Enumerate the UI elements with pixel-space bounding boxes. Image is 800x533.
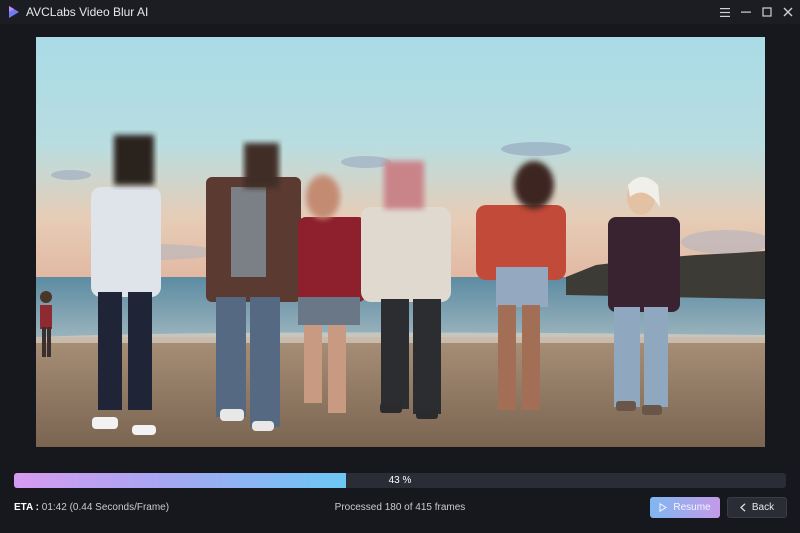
close-icon: [783, 7, 793, 17]
back-button[interactable]: Back: [727, 497, 787, 518]
title-bar: AVCLabs Video Blur AI: [0, 0, 800, 24]
back-label: Back: [751, 502, 775, 513]
minimize-icon: [741, 11, 751, 13]
play-outline-icon: [659, 503, 668, 512]
minimize-button[interactable]: [737, 3, 755, 21]
maximize-icon: [762, 7, 772, 17]
resume-button[interactable]: Resume: [650, 497, 720, 518]
resume-label: Resume: [673, 502, 711, 513]
hamburger-menu-icon: [720, 7, 730, 17]
window-title: AVCLabs Video Blur AI: [26, 5, 149, 19]
video-frame-image: [36, 37, 765, 447]
chevron-left-icon: [739, 503, 746, 512]
avclabs-logo-icon: [9, 6, 19, 18]
progress-percent: 43 %: [388, 475, 412, 486]
video-preview: [36, 37, 765, 447]
menu-button[interactable]: [716, 3, 734, 21]
maximize-button[interactable]: [758, 3, 776, 21]
close-button[interactable]: [779, 3, 797, 21]
